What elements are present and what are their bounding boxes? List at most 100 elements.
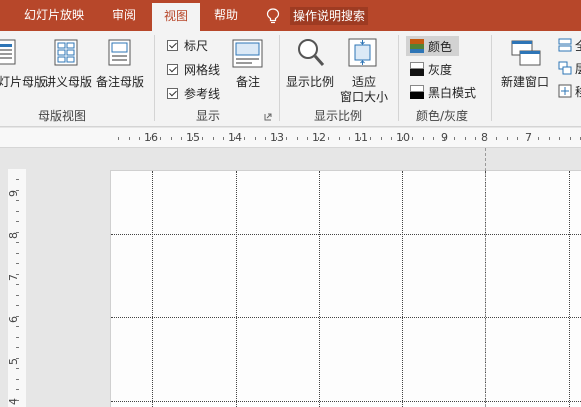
gridline-horizontal xyxy=(111,317,581,318)
ruler-label: 9 xyxy=(7,190,20,197)
tab-view[interactable]: 视图 xyxy=(152,3,200,31)
ruler-tick xyxy=(16,305,19,306)
ruler-tick xyxy=(465,137,466,140)
ruler-tick xyxy=(16,316,19,317)
ruler-tick xyxy=(16,221,19,222)
ruler-tick xyxy=(307,137,308,140)
ruler-tick xyxy=(244,137,245,140)
cascade-button[interactable]: 层 xyxy=(575,60,581,77)
notes-button[interactable]: 备注 xyxy=(236,73,260,90)
ruler-tick xyxy=(475,137,476,140)
ruler-tick xyxy=(16,379,19,380)
ruler-label: 16 xyxy=(144,131,158,144)
gridlines-checkbox[interactable] xyxy=(167,64,178,75)
ruler-tick xyxy=(16,200,19,201)
ruler-tick xyxy=(16,211,19,212)
group-divider xyxy=(279,35,280,121)
ruler-tick xyxy=(16,326,19,327)
ruler-tick xyxy=(391,137,392,140)
ruler-tick xyxy=(16,263,19,264)
ruler-tick xyxy=(16,368,19,369)
horizontal-ruler[interactable]: 16 15 14 13 12 11 10 9 8 7 xyxy=(0,128,581,148)
fit-to-window-icon[interactable] xyxy=(347,37,379,69)
ruler-tick xyxy=(328,137,329,140)
ruler-label: 8 xyxy=(7,232,20,239)
group-label-show: 显示 xyxy=(196,109,221,123)
tab-review[interactable]: 审阅 xyxy=(112,0,136,31)
zoom-button[interactable]: 显示比例 xyxy=(286,73,334,90)
ruler-tick xyxy=(16,232,19,233)
tell-me-search[interactable]: 操作说明搜索 xyxy=(290,7,369,25)
grayscale-button[interactable]: 灰度 xyxy=(428,61,452,78)
gridline-vertical xyxy=(319,171,320,407)
ruler-tick xyxy=(423,137,424,140)
guides-checkbox[interactable] xyxy=(167,88,178,99)
group-label-color: 颜色/灰度 xyxy=(416,109,469,123)
black-white-swatch-icon[interactable] xyxy=(410,85,424,99)
lightbulb-icon[interactable] xyxy=(266,8,280,24)
gridline-horizontal xyxy=(111,234,581,235)
ruler-tick xyxy=(433,137,434,140)
vertical-ruler[interactable]: 9 8 7 6 5 4 xyxy=(0,149,28,407)
ruler-tick xyxy=(16,190,19,191)
ruler-tick xyxy=(349,137,350,140)
ruler-tick xyxy=(16,253,19,254)
ruler-tick xyxy=(16,284,19,285)
ruler-tick xyxy=(181,137,182,140)
ruler-tick xyxy=(339,137,340,140)
group-label-master-views: 母版视图 xyxy=(38,109,87,123)
slide-master-icon[interactable] xyxy=(0,39,20,67)
new-window-button[interactable]: 新建窗口 xyxy=(501,73,549,90)
arrange-all-icon[interactable] xyxy=(558,38,572,52)
handout-master-button[interactable]: 讲义母版 xyxy=(44,73,92,90)
move-split-button[interactable]: 移 xyxy=(575,83,581,100)
tab-help[interactable]: 帮助 xyxy=(214,0,238,31)
new-window-icon[interactable] xyxy=(510,39,542,69)
handout-master-icon[interactable] xyxy=(54,39,80,67)
slide-canvas[interactable] xyxy=(110,170,581,407)
ruler-tick xyxy=(192,137,193,140)
tab-slideshow[interactable]: 幻灯片放映 xyxy=(24,0,84,31)
notes-master-button[interactable]: 备注母版 xyxy=(96,73,144,90)
cascade-icon[interactable] xyxy=(558,61,572,75)
group-divider xyxy=(154,35,155,121)
ruler-label: 10 xyxy=(396,131,410,144)
ruler-tick xyxy=(538,137,539,140)
ruler-label: 7 xyxy=(7,274,20,281)
ribbon-tab-bar: 幻灯片放映 审阅 视图 帮助 操作说明搜索 xyxy=(0,0,581,31)
gridline-vertical xyxy=(236,171,237,407)
ruler-tick xyxy=(171,137,172,140)
ruler-tick xyxy=(16,295,19,296)
ruler-tick xyxy=(223,137,224,140)
ruler-tick xyxy=(16,242,19,243)
color-swatch-icon[interactable] xyxy=(410,39,424,53)
notes-pane-icon[interactable] xyxy=(232,39,264,69)
group-label-zoom: 显示比例 xyxy=(314,109,363,123)
color-button[interactable]: 颜色 xyxy=(428,38,452,55)
ruler-tick xyxy=(234,137,235,140)
grayscale-swatch-icon[interactable] xyxy=(410,62,424,76)
group-divider xyxy=(491,35,492,121)
ruler-label: 14 xyxy=(228,131,242,144)
center-guide[interactable] xyxy=(485,148,486,407)
powerpoint-window: 幻灯片放映 审阅 视图 帮助 操作说明搜索 灯片母版 讲义母版 备注母版 母版视… xyxy=(0,0,581,407)
black-white-button[interactable]: 黑白模式 xyxy=(428,84,476,101)
gridline-horizontal xyxy=(111,401,581,402)
vertical-ruler-strip xyxy=(8,169,26,407)
ruler-label: 6 xyxy=(7,316,20,323)
notes-master-icon[interactable] xyxy=(108,39,132,67)
ruler-tick xyxy=(517,137,518,140)
dialog-launcher-icon[interactable] xyxy=(264,113,272,121)
ruler-tick xyxy=(360,137,361,140)
ruler-tick xyxy=(486,137,487,140)
arrange-all-button[interactable]: 全 xyxy=(575,37,581,54)
slide-master-button[interactable]: 灯片母版 xyxy=(0,73,46,90)
fit-to-window-label-2[interactable]: 窗口大小 xyxy=(340,88,388,105)
ruler-checkbox[interactable] xyxy=(167,40,178,51)
magnifier-icon[interactable] xyxy=(296,37,326,69)
ruler-tick xyxy=(16,389,19,390)
gridline-vertical xyxy=(569,171,570,407)
move-split-icon[interactable] xyxy=(558,84,572,98)
ruler-label: 15 xyxy=(186,131,200,144)
ruler-tick xyxy=(549,137,550,140)
